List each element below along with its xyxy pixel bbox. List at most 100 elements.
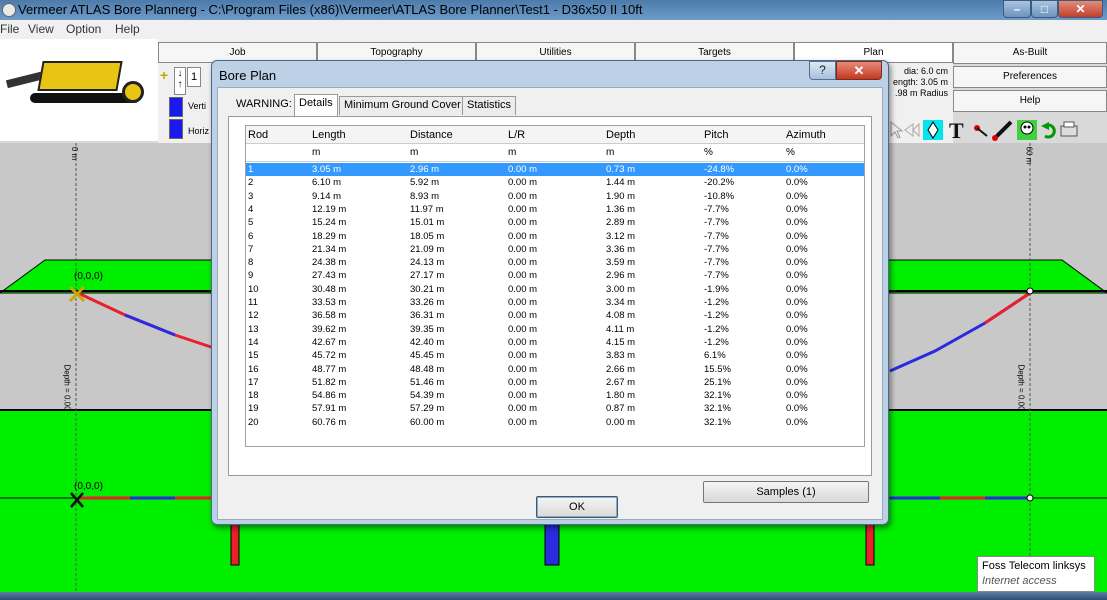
undo-icon[interactable]: [1041, 122, 1056, 139]
bore-end-icon[interactable]: [904, 122, 920, 138]
text-tool-icon[interactable]: T: [949, 118, 964, 143]
cell-depth: 4.08 m: [606, 310, 636, 322]
table-row[interactable]: 11 33.53 m 33.26 m 0.00 m 3.34 m -1.2% 0.0%: [246, 296, 864, 309]
menu-file[interactable]: File: [0, 22, 19, 36]
tab-minimum-ground-cover[interactable]: Minimum Ground Cover: [339, 96, 466, 115]
pin-icon[interactable]: [974, 125, 988, 137]
print-icon[interactable]: [1060, 121, 1078, 137]
rod-count-field[interactable]: 1: [187, 67, 201, 87]
cell-pitch: -1.2%: [704, 297, 729, 308]
table-row[interactable]: 3 9.14 m 8.93 m 0.00 m 1.90 m -10.8% 0.0%: [246, 190, 864, 203]
cell-azimuth: 0.0%: [786, 257, 808, 269]
menu-help[interactable]: Help: [115, 22, 140, 36]
table-row[interactable]: 19 57.91 m 57.29 m 0.00 m 0.87 m 32.1% 0.0%: [246, 402, 864, 415]
menu-option[interactable]: Option: [66, 22, 101, 36]
tab-as-built[interactable]: As-Built: [953, 42, 1107, 64]
pen-tool-icon[interactable]: [992, 120, 1013, 141]
table-row[interactable]: 1 3.05 m 2.96 m 0.00 m 0.73 m -24.8% 0.0%: [246, 163, 864, 177]
exit-point[interactable]: [1026, 287, 1034, 295]
cell-rod: 8: [248, 257, 254, 269]
table-row[interactable]: 13 39.62 m 39.35 m 0.00 m 4.11 m -1.2% 0.0%: [246, 323, 864, 336]
cell-distance: 51.46 m: [410, 376, 445, 388]
cell-rod: 17: [248, 376, 259, 388]
dialog-close-button[interactable]: ✕: [836, 61, 882, 80]
table-row[interactable]: 10 30.48 m 30.21 m 0.00 m 3.00 m -1.9% 0.0%: [246, 283, 864, 296]
utility-marker-blue[interactable]: [544, 522, 560, 566]
cell-azimuth: 0.0%: [786, 177, 808, 189]
col-depth[interactable]: Depth: [606, 129, 635, 141]
unit-azimuth: %: [786, 147, 795, 158]
unit-distance: m: [410, 147, 419, 158]
table-row[interactable]: 20 60.76 m 60.00 m 0.00 m 0.00 m 32.1% 0.0%: [246, 416, 864, 429]
cell-pitch: -1.2%: [704, 310, 729, 322]
cell-length: 54.86 m: [312, 390, 347, 402]
table-row[interactable]: 15 45.72 m 45.45 m 0.00 m 3.83 m 6.1% 0.0%: [246, 349, 864, 362]
table-row[interactable]: 4 12.19 m 11.97 m 0.00 m 1.36 m -7.7% 0.0%: [246, 203, 864, 216]
col-length[interactable]: Length: [312, 129, 346, 141]
bore-path-right: [889, 291, 1031, 373]
table-row[interactable]: 6 18.29 m 18.05 m 0.00 m 3.12 m -7.7% 0.0%: [246, 230, 864, 243]
cell-length: 30.48 m: [312, 283, 347, 295]
target-icon[interactable]: [923, 120, 943, 140]
cell-rod: 3: [248, 190, 254, 202]
close-button[interactable]: ✕: [1058, 0, 1103, 18]
cell-rod: 1: [248, 164, 254, 175]
col-azimuth[interactable]: Azimuth: [786, 129, 826, 141]
samples-button[interactable]: Samples (1): [703, 481, 869, 503]
tab-details[interactable]: Details: [294, 94, 338, 116]
cell-length: 12.19 m: [312, 203, 347, 215]
ok-button[interactable]: OK: [536, 496, 618, 518]
rod-table[interactable]: Rod Length Distance L/R Depth Pitch Azim…: [245, 125, 865, 447]
cell-lr: 0.00 m: [508, 217, 538, 229]
info-radius: .98 m Radius: [894, 88, 948, 98]
preferences-button[interactable]: Preferences: [953, 66, 1107, 88]
table-row[interactable]: 2 6.10 m 5.92 m 0.00 m 1.44 m -20.2% 0.0%: [246, 176, 864, 189]
cell-depth: 1.80 m: [606, 390, 636, 402]
maximize-button[interactable]: □: [1031, 0, 1058, 18]
cell-lr: 0.00 m: [508, 270, 538, 282]
drill-rig-logo: [0, 39, 158, 141]
cell-pitch: -7.7%: [704, 217, 729, 229]
cell-pitch: 6.1%: [704, 350, 726, 362]
plan-exit-point[interactable]: [1026, 494, 1034, 502]
menu-view[interactable]: View: [28, 22, 54, 36]
cell-lr: 0.00 m: [508, 203, 538, 215]
minimize-button[interactable]: –: [1003, 0, 1031, 18]
cell-depth: 4.15 m: [606, 336, 636, 348]
table-row[interactable]: 5 15.24 m 15.01 m 0.00 m 2.89 m -7.7% 0.0%: [246, 216, 864, 229]
table-row[interactable]: 12 36.58 m 36.31 m 0.00 m 4.08 m -1.2% 0.0%: [246, 309, 864, 322]
col-lr[interactable]: L/R: [508, 129, 525, 141]
cell-depth: 2.67 m: [606, 376, 636, 388]
table-row[interactable]: 17 51.82 m 51.46 m 0.00 m 2.67 m 25.1% 0.0%: [246, 376, 864, 389]
utility-marker-red[interactable]: [230, 522, 240, 566]
app-icon[interactable]: [2, 3, 16, 17]
cell-distance: 2.96 m: [410, 164, 440, 175]
table-row[interactable]: 9 27.43 m 27.17 m 0.00 m 2.96 m -7.7% 0.0%: [246, 269, 864, 282]
cell-depth: 2.89 m: [606, 217, 636, 229]
col-pitch[interactable]: Pitch: [704, 129, 728, 141]
hazard-icon[interactable]: [1017, 120, 1037, 140]
tab-statistics[interactable]: Statistics: [462, 96, 517, 115]
col-rod[interactable]: Rod: [248, 129, 268, 141]
table-row[interactable]: 16 48.77 m 48.48 m 0.00 m 2.66 m 15.5% 0.0%: [246, 363, 864, 376]
col-distance[interactable]: Distance: [410, 129, 453, 141]
rod-stepper[interactable]: ↓ ↑: [174, 67, 186, 95]
cell-rod: 15: [248, 350, 259, 362]
cell-length: 51.82 m: [312, 376, 347, 388]
pointer-icon[interactable]: [890, 120, 904, 139]
table-row[interactable]: 7 21.34 m 21.09 m 0.00 m 3.36 m -7.7% 0.0%: [246, 243, 864, 256]
table-row[interactable]: 8 24.38 m 24.13 m 0.00 m 3.59 m -7.7% 0.0%: [246, 256, 864, 269]
add-rod-icon[interactable]: +: [160, 68, 174, 83]
dialog-help-button[interactable]: ?: [809, 61, 836, 80]
table-row[interactable]: 18 54.86 m 54.39 m 0.00 m 1.80 m 32.1% 0.0%: [246, 389, 864, 402]
horizontal-color-swatch[interactable]: [169, 119, 183, 139]
taskbar[interactable]: [0, 592, 1107, 600]
cell-depth: 4.11 m: [606, 323, 635, 335]
cell-depth: 3.00 m: [606, 283, 636, 295]
help-button[interactable]: Help: [953, 90, 1107, 112]
title-bar: Vermeer ATLAS Bore Plannerg - C:\Program…: [0, 0, 1107, 20]
cell-length: 60.76 m: [312, 416, 347, 428]
table-row[interactable]: 14 42.67 m 42.40 m 0.00 m 4.15 m -1.2% 0.0%: [246, 336, 864, 349]
vertical-color-swatch[interactable]: [169, 97, 183, 117]
utility-marker-red-2[interactable]: [865, 522, 875, 566]
